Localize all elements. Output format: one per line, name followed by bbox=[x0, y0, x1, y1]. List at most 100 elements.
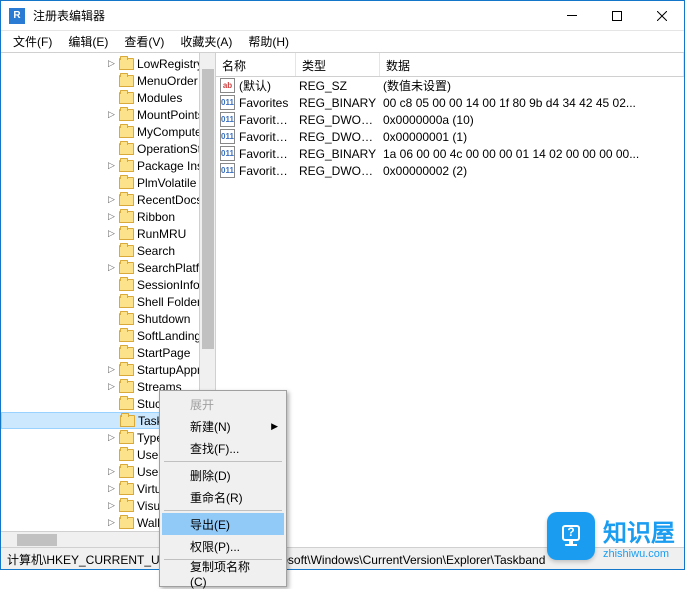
expander-icon[interactable] bbox=[106, 330, 117, 341]
tree-item[interactable]: Modules bbox=[1, 89, 215, 106]
tree-item[interactable]: SessionInfo bbox=[1, 276, 215, 293]
expander-icon[interactable] bbox=[106, 279, 117, 290]
menu-favorites[interactable]: 收藏夹(A) bbox=[172, 31, 240, 52]
tree-item[interactable]: ▷SearchPlatform bbox=[1, 259, 215, 276]
watermark: ? 知识屋 zhishiwu.com bbox=[547, 512, 675, 560]
context-item[interactable]: 导出(E) bbox=[162, 513, 284, 535]
expander-icon[interactable] bbox=[106, 126, 117, 137]
value-type: REG_DWORD bbox=[299, 130, 383, 144]
folder-icon bbox=[119, 58, 134, 70]
tree-label: Shutdown bbox=[137, 312, 190, 326]
expander-icon[interactable]: ▷ bbox=[106, 517, 117, 528]
expander-icon[interactable]: ▷ bbox=[106, 109, 117, 120]
folder-icon bbox=[119, 262, 134, 274]
expander-icon[interactable] bbox=[106, 347, 117, 358]
close-button[interactable] bbox=[639, 1, 684, 31]
tree-label: Shell Folders bbox=[137, 295, 207, 309]
context-label: 权限(P)... bbox=[190, 538, 240, 555]
expander-icon[interactable] bbox=[106, 313, 117, 324]
context-item[interactable]: 新建(N)▶ bbox=[162, 415, 284, 437]
folder-icon bbox=[119, 364, 134, 376]
expander-icon[interactable] bbox=[106, 143, 117, 154]
context-label: 复制项名称(C) bbox=[190, 558, 264, 589]
folder-icon bbox=[119, 92, 134, 104]
tree-item[interactable]: StartPage bbox=[1, 344, 215, 361]
expander-icon[interactable]: ▷ bbox=[106, 500, 117, 511]
value-row[interactable]: ab(默认)REG_SZ(数值未设置) bbox=[216, 77, 684, 94]
tree-label: SessionInfo bbox=[137, 278, 200, 292]
tree-item[interactable]: Shell Folders bbox=[1, 293, 215, 310]
value-row[interactable]: 011FavoritesChan...REG_DWORD0x0000000a (… bbox=[216, 111, 684, 128]
expander-icon[interactable]: ▷ bbox=[106, 160, 117, 171]
tree-item[interactable]: Search bbox=[1, 242, 215, 259]
expander-icon[interactable] bbox=[106, 296, 117, 307]
tree-item[interactable]: ▷StartupApproved bbox=[1, 361, 215, 378]
expander-icon[interactable] bbox=[107, 415, 118, 426]
expander-icon[interactable] bbox=[106, 92, 117, 103]
expander-icon[interactable]: ▷ bbox=[106, 483, 117, 494]
menu-view[interactable]: 查看(V) bbox=[116, 31, 172, 52]
expander-icon[interactable]: ▷ bbox=[106, 364, 117, 375]
value-row[interactable]: 011FavoritesRem...REG_DWORD0x00000001 (1… bbox=[216, 128, 684, 145]
tree-item[interactable]: SoftLanding bbox=[1, 327, 215, 344]
folder-icon bbox=[119, 245, 134, 257]
context-item[interactable]: 查找(F)... bbox=[162, 437, 284, 459]
value-type: REG_DWORD bbox=[299, 113, 383, 127]
col-header-name[interactable]: 名称 bbox=[216, 53, 296, 76]
app-icon: R bbox=[9, 8, 25, 24]
expander-icon[interactable]: ▷ bbox=[106, 211, 117, 222]
context-item[interactable]: 删除(D) bbox=[162, 464, 284, 486]
expander-icon[interactable] bbox=[106, 75, 117, 86]
menu-help[interactable]: 帮助(H) bbox=[240, 31, 297, 52]
expander-icon[interactable]: ▷ bbox=[106, 262, 117, 273]
tree-item[interactable]: PlmVolatile bbox=[1, 174, 215, 191]
col-header-type[interactable]: 类型 bbox=[296, 53, 380, 76]
tree-item[interactable]: ▷MountPoints2 bbox=[1, 106, 215, 123]
expander-icon[interactable]: ▷ bbox=[106, 58, 117, 69]
tree-item[interactable]: MyComputer bbox=[1, 123, 215, 140]
folder-icon bbox=[120, 415, 135, 427]
expander-icon[interactable] bbox=[106, 398, 117, 409]
folder-icon bbox=[119, 313, 134, 325]
tree-item[interactable]: Shutdown bbox=[1, 310, 215, 327]
tree-item[interactable]: MenuOrder bbox=[1, 72, 215, 89]
menu-edit[interactable]: 编辑(E) bbox=[60, 31, 116, 52]
tree-item[interactable]: ▷LowRegistry bbox=[1, 55, 215, 72]
tree-item[interactable]: ▷RecentDocs bbox=[1, 191, 215, 208]
expander-icon[interactable] bbox=[106, 177, 117, 188]
tree-label: SoftLanding bbox=[137, 329, 201, 343]
tree-item[interactable]: ▷Package Installation bbox=[1, 157, 215, 174]
svg-text:?: ? bbox=[567, 525, 574, 539]
expander-icon[interactable]: ▷ bbox=[106, 432, 117, 443]
watermark-icon: ? bbox=[547, 512, 595, 560]
minimize-button[interactable] bbox=[549, 1, 594, 31]
folder-icon bbox=[119, 211, 134, 223]
tree-label: Search bbox=[137, 244, 175, 258]
col-header-data[interactable]: 数据 bbox=[380, 53, 684, 76]
value-row[interactable]: 011FavoritesResol...REG_BINARY1a 06 00 0… bbox=[216, 145, 684, 162]
expander-icon[interactable] bbox=[106, 245, 117, 256]
value-row[interactable]: 011FavoritesREG_BINARY00 c8 05 00 00 14 … bbox=[216, 94, 684, 111]
tree-label: StartPage bbox=[137, 346, 190, 360]
value-name: FavoritesResol... bbox=[239, 147, 299, 161]
menu-file[interactable]: 文件(F) bbox=[5, 31, 60, 52]
context-item[interactable]: 重命名(R) bbox=[162, 486, 284, 508]
expander-icon[interactable]: ▷ bbox=[106, 466, 117, 477]
folder-icon bbox=[119, 75, 134, 87]
context-item[interactable]: 权限(P)... bbox=[162, 535, 284, 557]
context-item[interactable]: 复制项名称(C) bbox=[162, 562, 284, 584]
expander-icon[interactable] bbox=[106, 449, 117, 460]
value-row[interactable]: 011FavoritesVersi...REG_DWORD0x00000002 … bbox=[216, 162, 684, 179]
context-menu: 展开新建(N)▶查找(F)... 删除(D)重命名(R) 导出(E) 权限(P)...… bbox=[159, 390, 287, 587]
registry-editor-window: R 注册表编辑器 文件(F) 编辑(E) 查看(V) 收藏夹(A) 帮助(H) … bbox=[0, 0, 685, 570]
expander-icon[interactable]: ▷ bbox=[106, 194, 117, 205]
tree-item[interactable]: ▷Ribbon bbox=[1, 208, 215, 225]
expander-icon[interactable]: ▷ bbox=[106, 381, 117, 392]
expander-icon[interactable]: ▷ bbox=[106, 228, 117, 239]
context-item: 展开 bbox=[162, 393, 284, 415]
titlebar[interactable]: R 注册表编辑器 bbox=[1, 1, 684, 31]
submenu-arrow-icon: ▶ bbox=[271, 421, 278, 432]
tree-item[interactable]: OperationStatusManager bbox=[1, 140, 215, 157]
tree-item[interactable]: ▷RunMRU bbox=[1, 225, 215, 242]
maximize-button[interactable] bbox=[594, 1, 639, 31]
